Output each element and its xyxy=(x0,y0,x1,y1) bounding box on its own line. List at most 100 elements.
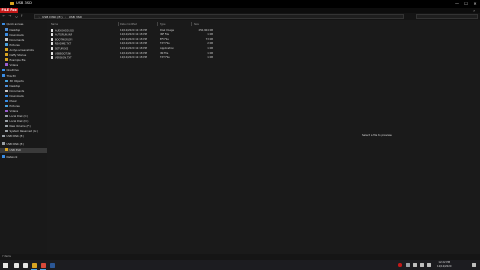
file-name: VERSION.TXT xyxy=(54,56,72,60)
help-button[interactable]: ? xyxy=(472,9,476,13)
nav-item-label: Andys screenshots xyxy=(9,48,34,52)
file-icon xyxy=(51,51,54,55)
nav-item[interactable]: Videos xyxy=(0,63,47,68)
battery-icon[interactable] xyxy=(427,263,431,267)
nav-item-label: OneDrive xyxy=(6,69,19,72)
notification-icon[interactable] xyxy=(472,263,476,267)
nav-item[interactable]: This PC xyxy=(0,74,47,79)
taskbar-app-word[interactable] xyxy=(48,261,56,269)
cloud-icon xyxy=(2,68,5,72)
nav-item[interactable]: Quick access xyxy=(0,22,47,27)
nav-item-label: Videos xyxy=(9,63,19,67)
folder-icon xyxy=(10,1,14,5)
column-header-name[interactable]: Name xyxy=(51,23,58,26)
nav-item-label: System Reserved (G:) xyxy=(9,130,38,133)
file-name: USBBOOT.INI xyxy=(54,52,71,55)
nav-item[interactable]: USB DISK (E:) xyxy=(0,134,47,139)
cube-icon xyxy=(5,79,8,83)
active-indicator xyxy=(40,268,46,270)
forward-button[interactable]: → xyxy=(8,14,12,19)
nav-item-label: Desktop xyxy=(9,85,21,88)
file-icon xyxy=(51,37,54,41)
download-icon xyxy=(5,33,8,36)
folder-icon xyxy=(5,84,8,88)
taskbar-app-search[interactable] xyxy=(12,261,20,269)
volume-icon[interactable] xyxy=(420,263,424,267)
nav-item-label: Documents xyxy=(9,38,25,42)
folder-icon xyxy=(5,58,8,61)
column-header-date[interactable]: Date modified xyxy=(120,23,137,26)
file-icon xyxy=(51,46,54,50)
download-icon xyxy=(5,94,8,98)
network-icon xyxy=(2,155,5,158)
search-input[interactable] xyxy=(416,14,478,19)
nav-item[interactable]: Network xyxy=(0,155,47,160)
address-bar[interactable]: › USB DISK (E:) › USB 3SD xyxy=(34,14,404,19)
nav-item-label: Downloads xyxy=(9,95,24,98)
recent-dropdown[interactable] xyxy=(14,14,18,19)
nav-item-label: Local Disk (C:) xyxy=(9,115,29,118)
nav-item-label: Example file xyxy=(9,58,26,62)
pc-icon xyxy=(2,74,5,77)
nav-item-label: Pictures xyxy=(9,105,20,108)
nav-item[interactable]: USB DISK (E:) xyxy=(0,142,47,147)
usb-icon xyxy=(2,142,5,145)
file-icon xyxy=(51,56,54,60)
tray-overflow-icon[interactable] xyxy=(406,263,410,267)
preview-message: Select a file to preview. xyxy=(362,134,393,137)
up-button[interactable]: ↑ xyxy=(20,14,24,19)
close-button[interactable]: ✕ xyxy=(470,0,480,7)
file-row[interactable]: VERSION.TXT 12/12/2020 12:18 PM TXT File 1 … xyxy=(47,56,237,61)
file-name: SETUP.EXE xyxy=(54,47,69,51)
file-tab-label: FILE xyxy=(1,8,10,12)
title-bar xyxy=(0,0,480,8)
clock-date: 12/12/2020 xyxy=(437,264,452,268)
file-name: AUDIOHDD.ISO xyxy=(54,29,74,32)
video-icon xyxy=(5,109,8,113)
nav-item-label: Music xyxy=(9,100,17,103)
file-size: 1 KB xyxy=(207,56,213,60)
nav-item-label: 3D Objects xyxy=(9,80,24,83)
taskbar-app-file-explorer[interactable] xyxy=(30,261,38,269)
taskbar-app-chrome[interactable] xyxy=(39,261,47,269)
nav-item-label: Downloads xyxy=(9,33,24,37)
nav-item-label: USB 3SD xyxy=(9,148,21,152)
file-explorer-icon xyxy=(31,262,37,268)
chevron-down-icon xyxy=(14,15,18,18)
breadcrumb-usb-3sd[interactable]: USB 3SD xyxy=(69,15,82,19)
nav-item-label: Local Disk (D:) xyxy=(9,120,29,123)
folder-icon xyxy=(5,148,8,151)
back-button[interactable]: ← xyxy=(2,14,6,19)
task-view-icon xyxy=(22,262,28,268)
word-icon xyxy=(49,262,55,268)
nav-item-label: Desktop xyxy=(9,28,21,32)
file-icon xyxy=(51,28,54,32)
start-button[interactable] xyxy=(0,260,10,270)
nav-item-label: Network xyxy=(6,155,18,159)
taskbar-clock[interactable]: 12:22 PM 12/12/2020 xyxy=(437,261,451,268)
nav-item-label: Daffy Stories xyxy=(9,53,27,57)
file-date: 12/12/2020 12:18 PM xyxy=(120,56,147,60)
file-tab-suffix: Foo xyxy=(10,8,17,12)
breadcrumb-usb-disk[interactable]: USB DISK (E:) xyxy=(42,15,62,19)
network-icon[interactable] xyxy=(413,263,417,267)
taskbar-app-task-view[interactable] xyxy=(21,261,29,269)
column-header-type[interactable]: Type xyxy=(160,23,166,26)
nav-item[interactable]: USB 3SD xyxy=(0,147,47,153)
picture-icon xyxy=(5,104,8,108)
record-icon[interactable] xyxy=(398,263,402,267)
document-icon xyxy=(5,89,8,93)
nav-item-label: USB DISK (E:) xyxy=(6,142,25,146)
column-header-size[interactable]: Size xyxy=(194,23,199,26)
nav-item[interactable]: OneDrive xyxy=(0,68,47,73)
windows-logo-icon xyxy=(2,262,8,268)
file-icon xyxy=(51,42,54,46)
breadcrumb-separator: › xyxy=(65,15,67,19)
file-name: README.TXT xyxy=(54,42,72,46)
nav-item-label: Documents xyxy=(9,90,25,93)
nav-item-label: This PC xyxy=(6,74,17,78)
drive-icon xyxy=(5,129,8,133)
picture-icon xyxy=(5,43,8,46)
nav-item-label: Pictures xyxy=(9,43,20,47)
chrome-icon xyxy=(40,262,46,268)
